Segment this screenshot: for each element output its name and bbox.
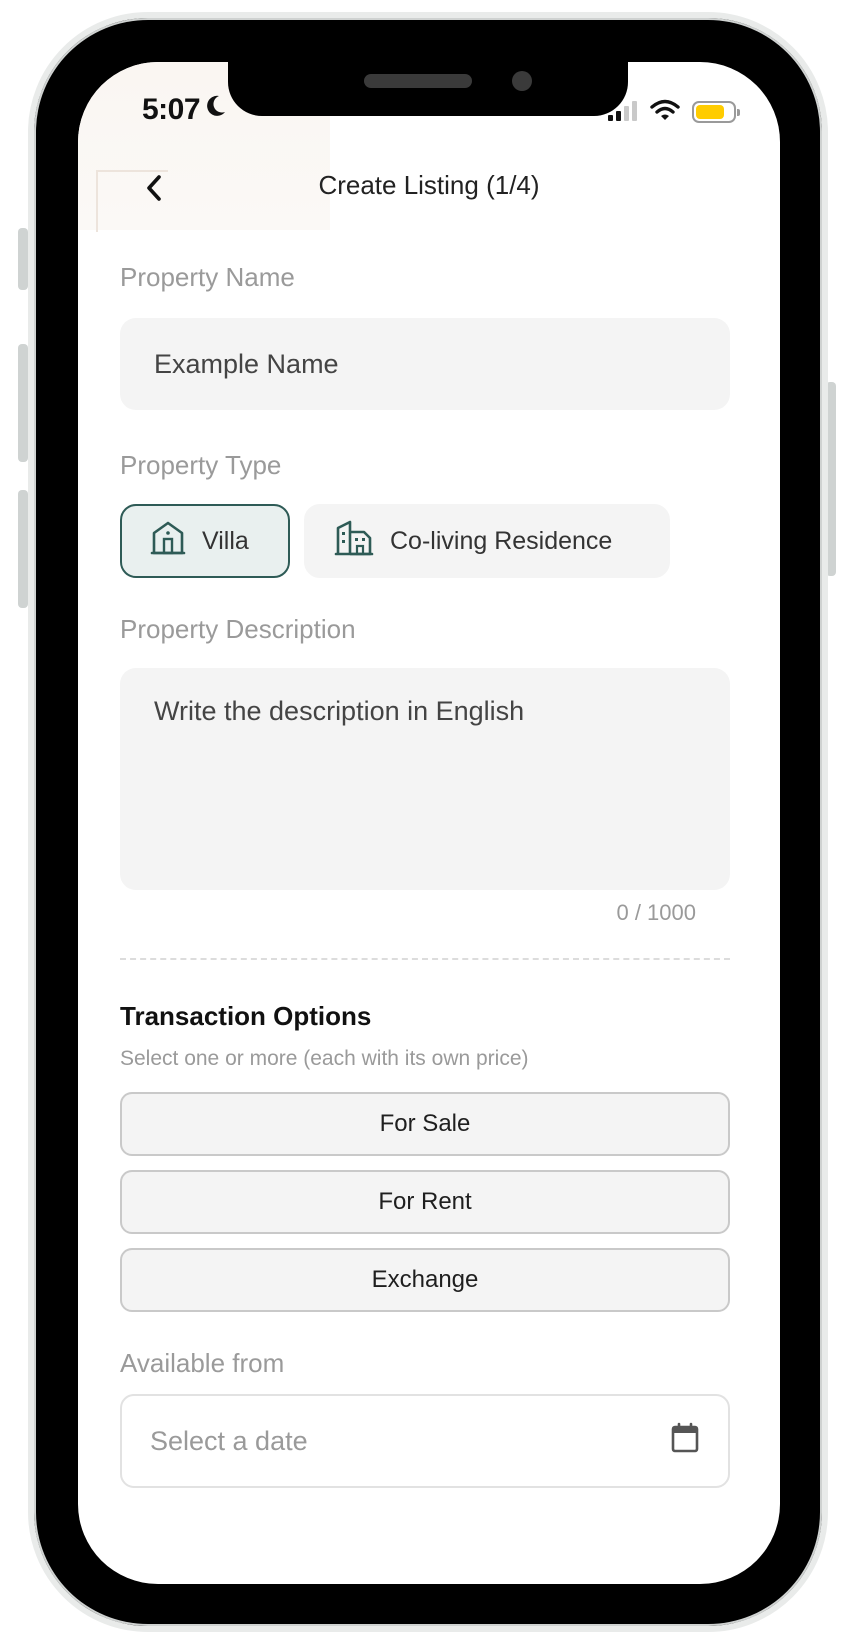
for-sale-button[interactable]: For Sale (120, 1092, 730, 1156)
volume-up-button (18, 344, 28, 462)
volume-down-button (18, 490, 28, 608)
battery-level (696, 105, 725, 119)
moon-icon (202, 93, 228, 127)
speaker (364, 74, 472, 88)
status-time-text: 5:07 (142, 93, 201, 126)
property-type-coliving-label: Co-living Residence (390, 526, 613, 555)
front-camera (512, 71, 532, 91)
buildings-icon (334, 518, 374, 565)
description-char-counter: 0 / 1000 (616, 900, 696, 925)
page-title: Create Listing (1/4) (318, 170, 540, 200)
transaction-options-list: For Sale For Rent Exchange (120, 1092, 730, 1312)
wifi-icon (650, 99, 680, 126)
property-type-options: Villa Co-living Residence (120, 504, 730, 578)
section-divider (120, 958, 730, 960)
property-type-coliving[interactable]: Co-living Residence (304, 504, 670, 578)
status-icons (608, 92, 740, 132)
calendar-icon[interactable] (670, 1422, 700, 1461)
notch (228, 62, 628, 116)
property-name-label: Property Name (120, 262, 295, 292)
property-description-label: Property Description (120, 614, 356, 644)
property-type-label: Property Type (120, 450, 282, 480)
for-rent-button[interactable]: For Rent (120, 1170, 730, 1234)
battery-icon (692, 101, 740, 123)
property-type-villa-label: Villa (202, 526, 249, 555)
property-type-villa[interactable]: Villa (120, 504, 290, 578)
transaction-options-title: Transaction Options (120, 1001, 372, 1031)
status-time: 5:07 (142, 90, 228, 130)
stage: 5:07 Create Listing (1/4) Property Name … (0, 0, 856, 1640)
house-icon (150, 519, 186, 564)
create-listing-form: Property Name Example Name Property Type… (120, 260, 730, 1488)
cellular-signal-icon (608, 99, 638, 126)
silent-switch (18, 228, 28, 290)
exchange-button[interactable]: Exchange (120, 1248, 730, 1312)
screen: 5:07 Create Listing (1/4) Property Name … (78, 62, 780, 1584)
property-name-input[interactable]: Example Name (120, 318, 730, 410)
date-placeholder: Select a date (150, 1425, 308, 1456)
property-description-input[interactable]: Write the description in English (120, 668, 730, 890)
available-from-date-picker[interactable]: Select a date (120, 1394, 730, 1488)
transaction-options-subtitle: Select one or more (each with its own pr… (120, 1047, 529, 1070)
available-from-label: Available from (120, 1348, 285, 1378)
